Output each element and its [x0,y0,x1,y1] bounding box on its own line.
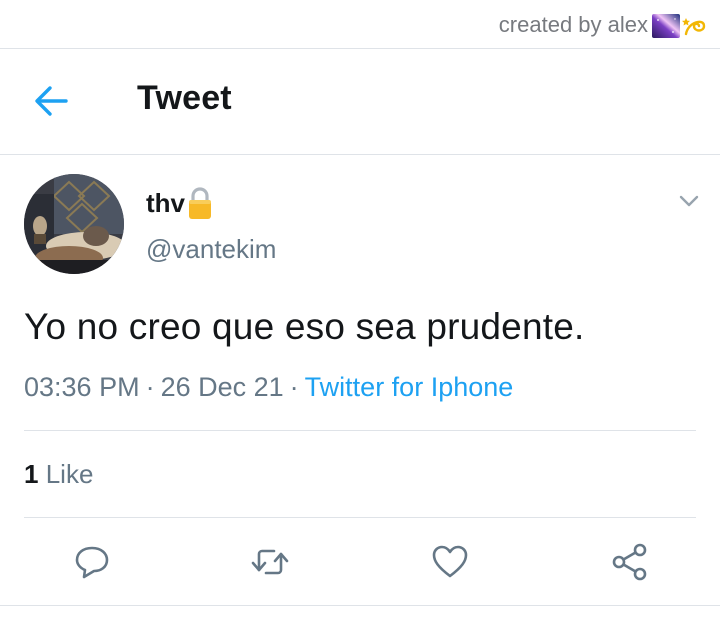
milky-way-emoji-icon [652,14,680,38]
app-header: Tweet [0,49,720,155]
like-count-row[interactable]: 1 Like [24,459,93,490]
reply-icon[interactable] [72,542,112,582]
watermark-text: created by alex [498,12,648,37]
page-title: Tweet [137,79,232,117]
watermark-bar: created by alex [0,0,720,49]
tweet-metadata: 03:36 PM · 26 Dec 21 · Twitter for Iphone [24,372,513,403]
like-icon[interactable] [430,542,470,582]
user-handle[interactable]: @vantekim [146,234,276,265]
divider [0,605,720,606]
share-icon[interactable] [610,542,650,582]
tweet-source-link[interactable]: Twitter for Iphone [305,372,514,402]
like-label: Like [45,459,94,489]
chevron-down-icon[interactable] [678,192,700,210]
user-name-row: thv [146,186,213,220]
avatar-photo [24,174,124,274]
divider [24,430,696,431]
action-bar [0,538,720,586]
tweet-detail-screen: created by alex Tweet thv @vantekim Yo n… [0,0,720,618]
dizzy-emoji-icon [682,18,706,36]
tweet-date: 26 Dec 21 [160,372,284,402]
retweet-icon[interactable] [250,542,290,582]
like-count: 1 [24,459,39,489]
meta-separator: · [145,372,155,402]
arrow-left-icon[interactable] [26,79,78,123]
avatar[interactable] [24,174,124,274]
display-name[interactable]: thv [146,188,185,219]
tweet-text: Yo no creo que eso sea prudente. [24,306,585,347]
divider [24,517,696,518]
tweet-time: 03:36 PM [24,372,140,402]
lock-emoji-icon [189,187,211,219]
meta-separator: · [289,372,299,402]
